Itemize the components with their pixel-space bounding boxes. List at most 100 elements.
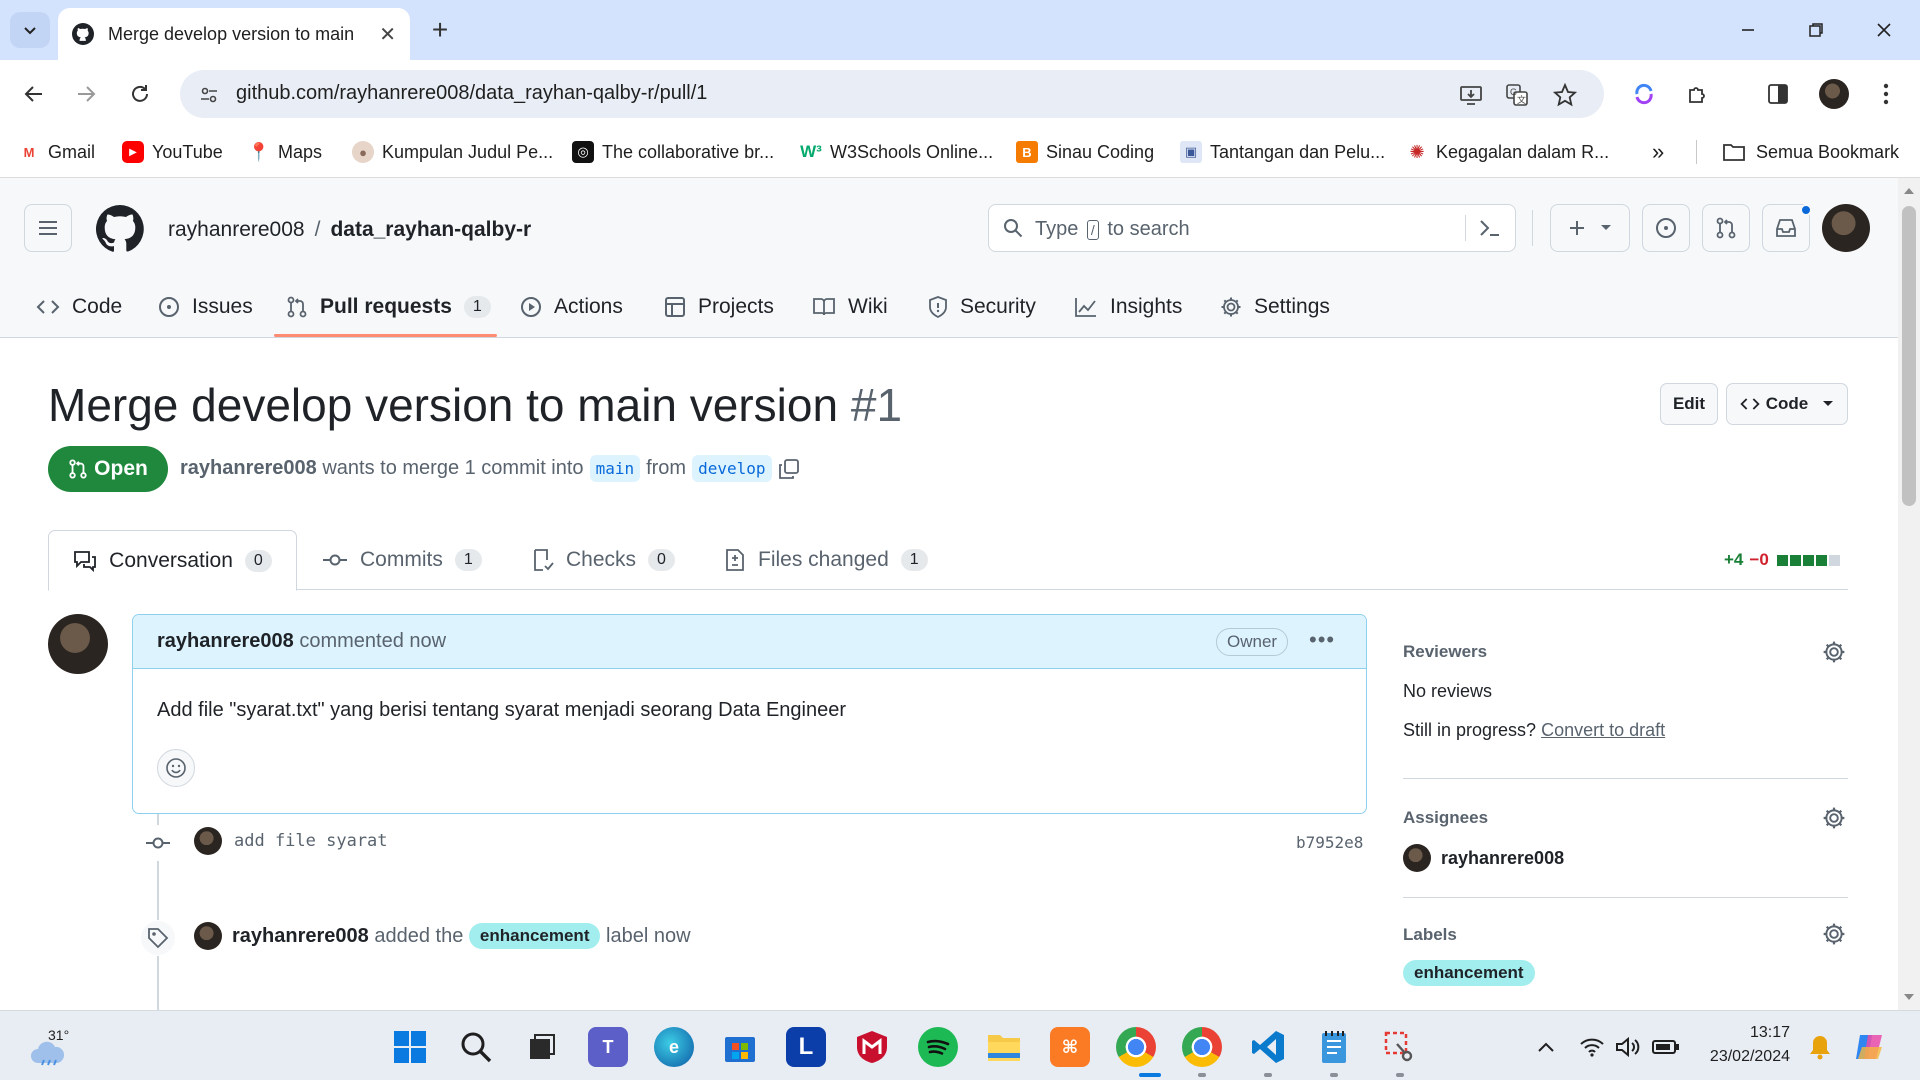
bookmark-tantangan[interactable]: ▣ Tantangan dan Pelu... [1180,138,1385,166]
hamburger-menu-button[interactable] [24,204,72,252]
side-panel-icon[interactable] [1758,74,1798,114]
tab-wiki[interactable]: Wiki [812,276,888,338]
gear-icon[interactable] [1822,640,1846,664]
tab-pull-requests[interactable]: Pull requests 1 [286,276,491,338]
assignee-item[interactable]: rayhanrere008 [1403,844,1564,872]
head-branch[interactable]: develop [692,455,772,482]
tab-search-button[interactable] [10,12,50,48]
forward-button[interactable] [66,74,106,114]
volume-icon[interactable] [1608,1027,1648,1067]
tab-issues[interactable]: Issues [158,276,253,338]
notification-bell-icon[interactable] [1800,1027,1840,1067]
assignees-heading[interactable]: Assignees [1403,808,1488,828]
reviewers-heading[interactable]: Reviewers [1403,642,1487,662]
tab-insights[interactable]: Insights [1074,276,1182,338]
commit-author-avatar[interactable] [194,827,222,855]
command-palette-icon[interactable] [1479,218,1501,238]
commit-sha-link[interactable]: b7952e8 [1296,833,1363,852]
back-button[interactable] [14,74,54,114]
address-bar[interactable]: github.com/rayhanrere008/data_rayhan-qal… [180,70,1604,118]
gear-icon[interactable] [1822,806,1846,830]
browser-tab-active[interactable]: Merge develop version to main version #1… [58,8,410,60]
tab-code[interactable]: Code [36,276,122,338]
tab-security[interactable]: Security [928,276,1036,338]
bookmark-star-icon[interactable] [1550,80,1580,110]
battery-icon[interactable] [1646,1027,1686,1067]
label-event-user-link[interactable]: rayhanrere008 [232,925,369,948]
pull-requests-button[interactable] [1702,204,1750,252]
scroll-down-icon[interactable] [1904,994,1914,1000]
chrome-profile-icon[interactable] [1182,1027,1222,1067]
mcafee-icon[interactable] [852,1027,892,1067]
minimize-button[interactable] [1728,12,1768,48]
close-window-button[interactable] [1864,12,1904,48]
edit-title-button[interactable]: Edit [1660,383,1718,425]
label-event-avatar[interactable] [194,922,222,950]
tab-checks[interactable]: Checks 0 [532,530,675,590]
tab-commits[interactable]: Commits 1 [322,530,482,590]
comment-author-link[interactable]: rayhanrere008 [157,630,294,652]
bookmark-gmail[interactable]: M Gmail [18,138,95,166]
microsoft-store-icon[interactable] [720,1027,760,1067]
create-new-button[interactable] [1550,204,1630,252]
enhancement-label[interactable]: enhancement [468,923,601,949]
vscode-icon[interactable] [1248,1027,1288,1067]
task-view-icon[interactable] [522,1027,562,1067]
translate-icon[interactable]: G文 [1502,80,1532,110]
copy-icon[interactable] [778,458,800,480]
tab-settings[interactable]: Settings [1220,276,1330,338]
github-logo-icon[interactable] [96,205,144,253]
search-icon[interactable] [456,1027,496,1067]
sidebar-enhancement-label[interactable]: enhancement [1403,960,1535,986]
more-bookmarks-icon[interactable]: » [1652,138,1664,166]
xampp-icon[interactable]: ⌘ [1050,1027,1090,1067]
bookmark-w3schools[interactable]: W³ W3Schools Online... [800,138,993,166]
chrome-icon[interactable] [1116,1027,1156,1067]
app-l-icon[interactable]: L [786,1027,826,1067]
bookmark-maps[interactable]: 📍 Maps [248,138,322,166]
diffstat[interactable]: +4 −0 [1724,550,1840,570]
bookmark-youtube[interactable]: ▶ YouTube [122,138,223,166]
profile-avatar[interactable] [1814,74,1854,114]
windows-start-icon[interactable] [390,1027,430,1067]
page-scrollbar[interactable] [1898,178,1920,1010]
comment-author-avatar[interactable] [48,614,108,674]
close-tab-icon[interactable]: ✕ [379,22,396,47]
user-avatar[interactable] [1822,204,1870,252]
tab-conversation[interactable]: Conversation 0 [48,530,297,591]
tab-projects[interactable]: Projects [664,276,774,338]
add-reaction-button[interactable] [157,749,195,787]
reload-button[interactable] [120,74,160,114]
labels-heading[interactable]: Labels [1403,925,1457,945]
weather-widget[interactable]: 31° [28,1027,72,1067]
scroll-thumb[interactable] [1902,206,1916,506]
file-explorer-icon[interactable] [984,1027,1024,1067]
edge-icon[interactable]: e [654,1027,694,1067]
code-dropdown-button[interactable]: Code [1726,383,1848,425]
notepad-icon[interactable] [1314,1027,1354,1067]
extensions-puzzle-icon[interactable] [1678,74,1718,114]
extension-color-icon[interactable] [1624,74,1664,114]
breadcrumb-owner[interactable]: rayhanrere008 [168,218,305,241]
copilot-icon[interactable] [1850,1027,1890,1067]
convert-to-draft-link[interactable]: Convert to draft [1541,720,1665,740]
bookmark-collaborative[interactable]: ◎ The collaborative br... [572,138,774,166]
scroll-up-icon[interactable] [1904,188,1914,194]
chevron-up-icon[interactable] [1526,1027,1566,1067]
gear-icon[interactable] [1822,922,1846,946]
wifi-icon[interactable] [1572,1027,1612,1067]
spotify-icon[interactable] [918,1027,958,1067]
all-bookmarks[interactable]: Semua Bookmark [1722,138,1899,166]
breadcrumb-repo[interactable]: data_rayhan-qalby-r [330,218,531,241]
tab-files-changed[interactable]: Files changed 1 [724,530,928,590]
snipping-tool-icon[interactable] [1380,1027,1420,1067]
site-info-icon[interactable] [194,80,224,110]
teams-icon[interactable]: T [588,1027,628,1067]
pr-author-link[interactable]: rayhanrere008 [180,457,317,480]
base-branch[interactable]: main [589,455,641,482]
search-input[interactable]: Type / to search [988,204,1516,252]
new-tab-button[interactable]: + [422,12,458,48]
install-app-icon[interactable] [1456,80,1486,110]
commit-message-link[interactable]: add file syarat [234,831,388,851]
restore-button[interactable] [1796,12,1836,48]
